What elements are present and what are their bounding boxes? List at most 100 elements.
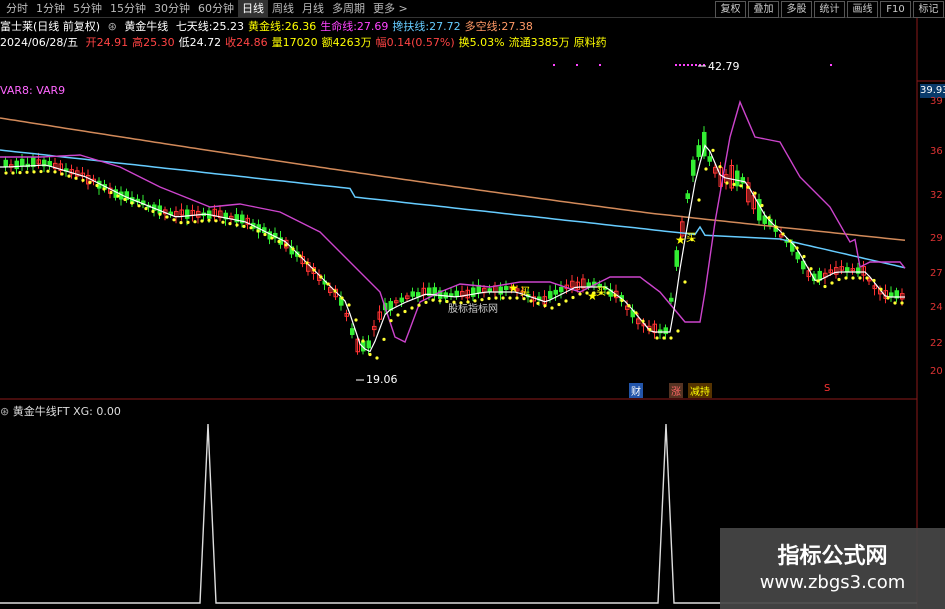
candle-body [586, 282, 591, 287]
golden-line-dot [375, 356, 379, 360]
golden-line-dot [718, 165, 722, 169]
golden-line-dot [795, 246, 799, 250]
golden-line-dot [95, 183, 99, 188]
golden-line-dot [662, 336, 666, 340]
golden-line-dot [578, 292, 582, 296]
golden-line-dot [613, 293, 617, 297]
golden-line-dot [536, 301, 540, 305]
golden-line-dot [872, 278, 876, 283]
golden-line-dot [767, 216, 771, 220]
site-watermark: 指标公式网 www.zbgs3.com [720, 528, 945, 609]
golden-line-dot [676, 329, 680, 333]
golden-line-dot [634, 311, 638, 315]
golden-line-dot [606, 291, 610, 295]
tag-s[interactable]: S [822, 383, 832, 394]
golden-line-dot [368, 352, 372, 357]
top-marker [830, 64, 832, 66]
golden-line-dot [557, 302, 561, 307]
tag-zhang[interactable]: 涨 [669, 383, 683, 398]
candle-body [498, 286, 503, 295]
golden-line-dot [235, 223, 239, 227]
golden-line-dot [704, 167, 708, 171]
golden-line-dot [550, 306, 554, 310]
golden-line-dot [200, 219, 204, 223]
golden-line-dot [361, 339, 365, 343]
top-marker [553, 64, 555, 66]
candle-body [14, 160, 19, 170]
golden-line-dot [333, 289, 337, 293]
top-marker [675, 64, 677, 66]
candle-body [410, 291, 415, 297]
golden-line-dot [137, 204, 141, 208]
buy-signal-2: 买 [520, 287, 530, 298]
golden-line-dot [844, 276, 848, 280]
golden-line-dot [830, 281, 834, 285]
golden-line-dot [158, 212, 162, 216]
golden-line-dot [270, 236, 274, 240]
golden-line-dot [312, 268, 316, 272]
candle-body [350, 328, 355, 336]
golden-line-dot [123, 197, 127, 202]
candle-body [553, 289, 558, 295]
golden-line-dot [172, 218, 176, 222]
golden-line-dot [151, 209, 155, 213]
top-marker [679, 64, 681, 66]
golden-line-dot [711, 148, 715, 152]
top-marker [683, 64, 685, 66]
golden-line-dot [144, 207, 148, 211]
golden-line-dot [732, 182, 736, 186]
golden-line-dot [228, 222, 232, 226]
golden-line-dot [900, 301, 904, 305]
golden-line-dot [746, 185, 750, 189]
golden-line-dot [109, 190, 113, 195]
golden-line-dot [886, 296, 890, 300]
golden-line-dot [858, 276, 862, 280]
golden-line-dot [102, 187, 106, 191]
golden-line-dot [571, 295, 575, 300]
golden-line-dot [851, 276, 855, 280]
subchart-settings-icon[interactable]: ⊛ [0, 405, 13, 418]
buy-signal-3: 买 [596, 287, 606, 298]
candle-body [471, 287, 476, 297]
golden-line-dot [837, 277, 841, 282]
tag-cai[interactable]: 财 [629, 383, 643, 398]
candle-body [691, 159, 696, 176]
candle-body [889, 292, 894, 297]
golden-line-dot [193, 220, 197, 224]
candle-body [449, 293, 454, 297]
golden-line-dot [403, 309, 407, 314]
ma-canfu-line [0, 149, 906, 269]
golden-line-dot [347, 303, 351, 307]
golden-line-dot [382, 337, 386, 341]
subchart-label: ⊛ 黄金牛线FT XG: 0.00 [0, 403, 121, 419]
low-marker-label: 19.06 [366, 373, 398, 386]
tag-jianchi[interactable]: 减持 [688, 383, 712, 398]
golden-line-dot [284, 243, 288, 247]
golden-line-dot [298, 254, 302, 258]
candle-body [817, 270, 822, 281]
golden-line-dot [438, 299, 442, 303]
golden-line-dot [529, 299, 533, 303]
golden-line-dot [277, 239, 281, 244]
golden-line-dot [753, 191, 757, 195]
buy-signal-1: 买 [686, 233, 696, 244]
candle-body [735, 170, 740, 187]
golden-line-dot [697, 198, 701, 202]
candle-body [20, 158, 25, 167]
top-marker [695, 64, 697, 66]
golden-line-dot [641, 319, 645, 323]
golden-line-dot [564, 299, 568, 303]
golden-line-dot [46, 169, 50, 173]
candle-body [669, 297, 674, 302]
golden-line-dot [319, 275, 323, 279]
golden-line-dot [25, 170, 29, 174]
golden-line-dot [669, 336, 673, 340]
golden-line-dot [865, 276, 869, 280]
golden-line-dot [781, 232, 785, 236]
golden-line-dot [32, 170, 36, 174]
golden-line-dot [627, 304, 631, 308]
golden-line-dot [501, 296, 505, 300]
golden-line-dot [11, 171, 15, 175]
golden-line-dot [354, 318, 358, 322]
golden-line-dot [39, 169, 43, 174]
